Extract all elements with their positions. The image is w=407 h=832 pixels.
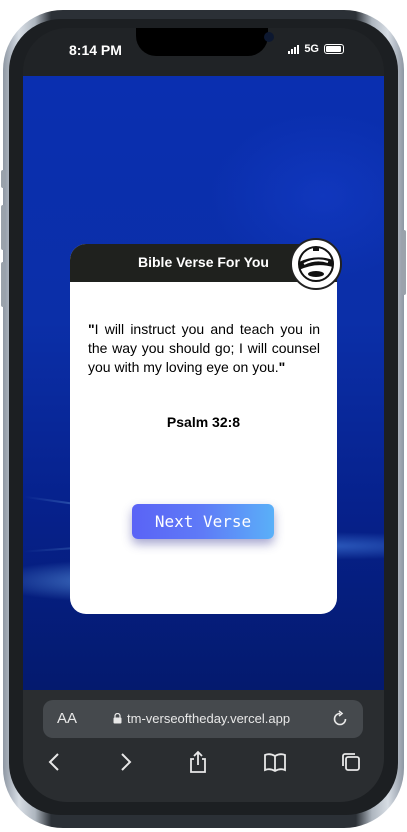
browser-nav-row	[23, 750, 384, 780]
notch	[136, 28, 274, 56]
side-button-left-3	[1, 262, 5, 307]
page-background: Bible Verse For You "I will instruct you…	[23, 76, 384, 690]
address-bar[interactable]: AA tm-verseoftheday.vercel.app	[43, 700, 363, 738]
side-button-left-1	[1, 170, 5, 188]
bookmarks-icon[interactable]	[263, 750, 287, 774]
tabs-icon[interactable]	[339, 750, 363, 774]
next-verse-button[interactable]: Next Verse	[132, 504, 274, 539]
logo-icon	[294, 242, 338, 286]
side-button-left-2	[1, 205, 5, 250]
verse-card: Bible Verse For You "I will instruct you…	[70, 238, 342, 614]
back-icon[interactable]	[43, 750, 67, 774]
verse-close-quote: "	[278, 359, 286, 375]
phone-frame: 8:14 PM 5G Bible Verse For You "I will i…	[0, 0, 407, 832]
camera-icon	[264, 32, 274, 42]
battery-icon	[324, 44, 344, 54]
status-indicators: 5G	[288, 43, 344, 55]
share-icon[interactable]	[186, 750, 210, 774]
status-time: 8:14 PM	[69, 42, 122, 58]
timothy-logo	[290, 238, 342, 290]
side-button-right	[402, 230, 406, 295]
browser-toolbar: AA tm-verseoftheday.vercel.app	[23, 690, 384, 802]
text-size-button[interactable]: AA	[57, 710, 77, 727]
verse-text: "I will instruct you and teach you in th…	[88, 320, 320, 377]
reload-icon[interactable]	[331, 710, 349, 728]
verse-open-quote: "	[88, 321, 95, 337]
verse-reference: Psalm 32:8	[166, 414, 241, 430]
forward-icon[interactable]	[113, 750, 137, 774]
text-size-label: AA	[57, 710, 78, 727]
signal-icon	[288, 44, 300, 54]
screen: 8:14 PM 5G Bible Verse For You "I will i…	[23, 28, 384, 802]
url-text: tm-verseoftheday.vercel.app	[127, 711, 291, 726]
network-label: 5G	[304, 43, 319, 55]
status-bar: 8:14 PM 5G	[23, 28, 384, 76]
lock-icon	[113, 713, 122, 724]
